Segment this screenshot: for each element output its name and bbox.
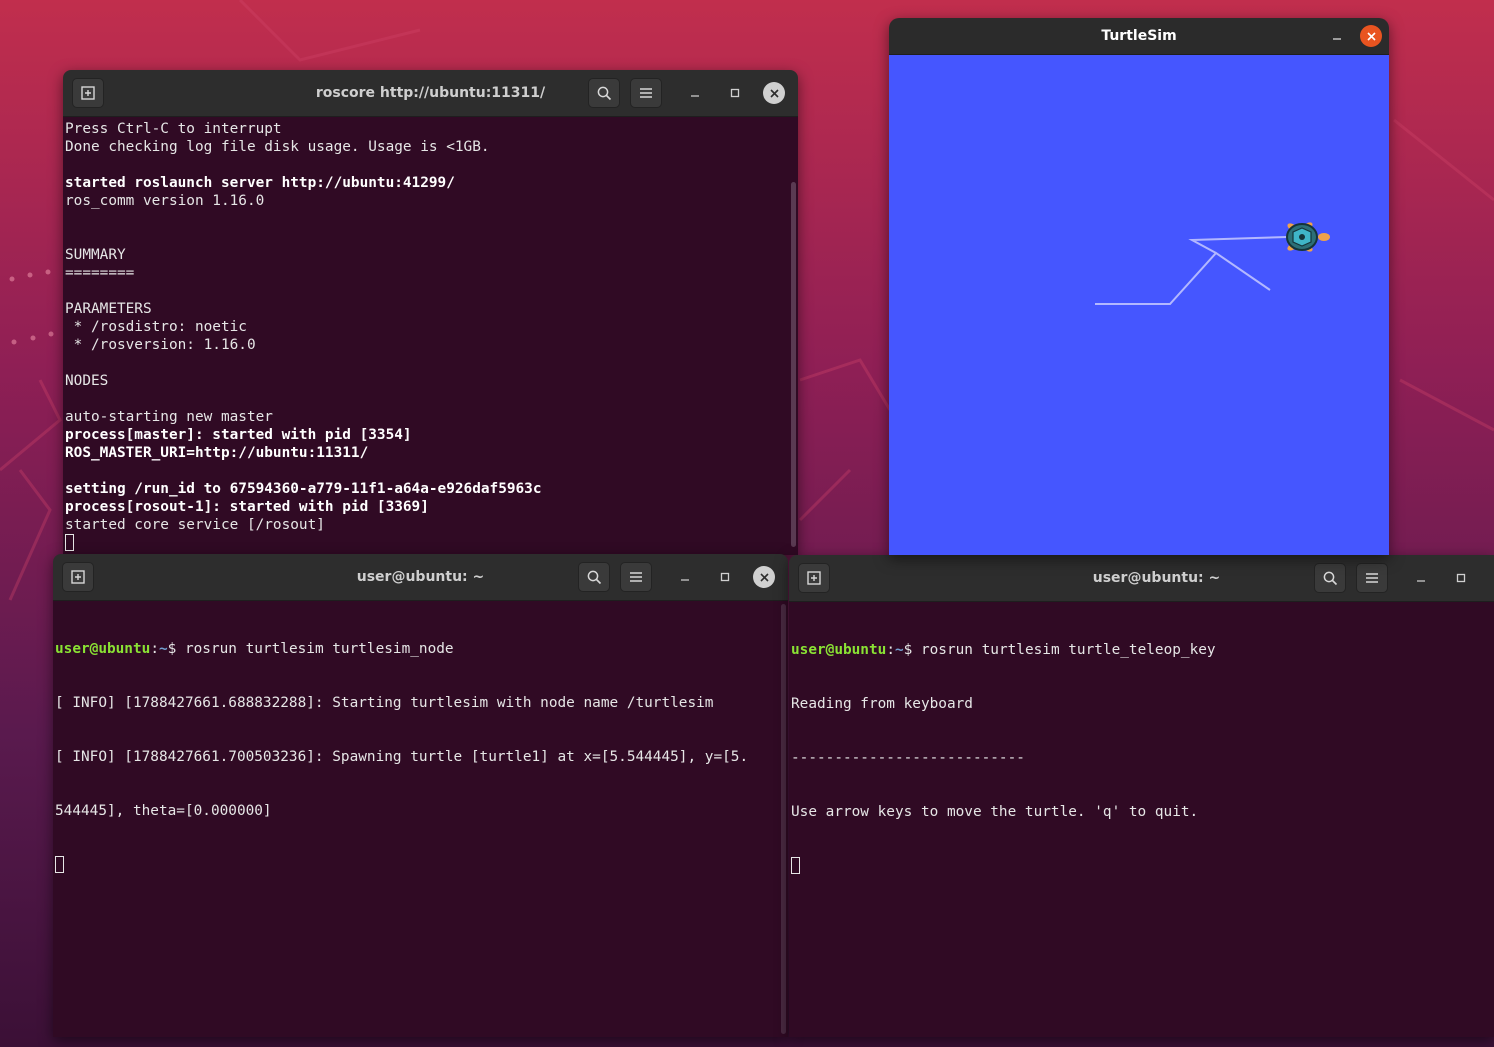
prompt-user: user@ubuntu <box>55 641 151 657</box>
search-icon[interactable] <box>588 78 620 108</box>
titlebar[interactable]: TurtleSim <box>889 18 1389 55</box>
turtle-path <box>1095 251 1271 305</box>
turtlesim-window[interactable]: TurtleSim <box>889 18 1389 555</box>
output-line: started core service [/rosout] <box>65 517 325 533</box>
output-line: SUMMARY <box>65 247 126 263</box>
output-line: Reading from keyboard <box>791 696 973 712</box>
titlebar[interactable]: user@ubuntu: ~ <box>53 554 788 601</box>
prompt-path: ~ <box>894 642 904 658</box>
output-line: ======== <box>65 265 135 281</box>
output-line: 544445], theta=[0.000000] <box>55 803 272 819</box>
scrollbar[interactable] <box>791 182 796 547</box>
maximize-icon[interactable] <box>724 82 746 104</box>
window-title: TurtleSim <box>1101 28 1177 44</box>
window-title: user@ubuntu: ~ <box>1092 570 1221 586</box>
minimize-icon[interactable] <box>674 566 696 588</box>
close-icon[interactable] <box>1360 25 1382 47</box>
output-line: PARAMETERS <box>65 301 152 317</box>
output-line: process[rosout-1]: started with pid [336… <box>65 499 429 515</box>
prompt-line: user@ubuntu:~$ rosrun turtlesim turtle_t… <box>791 641 1494 659</box>
new-tab-icon[interactable] <box>798 563 830 593</box>
prompt-user: user@ubuntu <box>791 642 887 658</box>
prompt-symbol: $ <box>903 642 921 658</box>
hamburger-menu-icon[interactable] <box>630 78 662 108</box>
terminal-output[interactable]: Press Ctrl-C to interrupt Done checking l… <box>63 117 798 555</box>
turtle-path <box>1188 236 1288 254</box>
prompt-line: user@ubuntu:~$ rosrun turtlesim turtlesi… <box>55 640 788 658</box>
output-line: Done checking log file disk usage. Usage… <box>65 139 490 155</box>
output-line: auto-starting new master <box>65 409 273 425</box>
output-line: started roslaunch server http://ubuntu:4… <box>65 175 455 191</box>
maximize-icon[interactable] <box>714 566 736 588</box>
output-line: [ INFO] [1788427661.688832288]: Starting… <box>55 695 714 711</box>
prompt-symbol: $ <box>167 641 185 657</box>
output-line: * /rosversion: 1.16.0 <box>65 337 256 353</box>
text-cursor <box>65 534 74 551</box>
hamburger-menu-icon[interactable] <box>620 562 652 592</box>
hamburger-menu-icon[interactable] <box>1356 563 1388 593</box>
output-line: --------------------------- <box>791 750 1025 766</box>
text-cursor <box>791 857 800 874</box>
prompt-separator: : <box>886 642 895 658</box>
turtlesim-canvas <box>889 55 1389 555</box>
search-icon[interactable] <box>578 562 610 592</box>
output-line: ros_comm version 1.16.0 <box>65 193 265 209</box>
minimize-icon[interactable] <box>1410 567 1432 589</box>
turtlesim-node-terminal-window[interactable]: user@ubuntu: ~ user@ubuntu:~$ rosrun tur… <box>53 554 788 1037</box>
command-text: rosrun turtlesim turtle_teleop_key <box>920 642 1216 658</box>
scrollbar[interactable] <box>781 604 786 1034</box>
cursor-line <box>791 857 1494 875</box>
output-line: NODES <box>65 373 109 389</box>
new-tab-icon[interactable] <box>72 78 104 108</box>
text-cursor <box>55 856 64 873</box>
close-icon[interactable] <box>763 82 785 104</box>
command-text: rosrun turtlesim turtlesim_node <box>184 641 454 657</box>
output-line: process[master]: started with pid [3354] <box>65 427 412 443</box>
close-icon[interactable] <box>753 566 775 588</box>
terminal-output[interactable]: user@ubuntu:~$ rosrun turtlesim turtle_t… <box>789 602 1494 1037</box>
maximize-icon[interactable] <box>1450 567 1472 589</box>
output-line: setting /run_id to 67594360-a779-11f1-a6… <box>65 481 542 497</box>
new-tab-icon[interactable] <box>62 562 94 592</box>
prompt-separator: : <box>150 641 159 657</box>
terminal-output[interactable]: user@ubuntu:~$ rosrun turtlesim turtlesi… <box>53 601 788 1037</box>
teleop-terminal-window[interactable]: user@ubuntu: ~ user@ubuntu:~$ rosrun tur… <box>789 555 1494 1037</box>
output-line: Use arrow keys to move the turtle. 'q' t… <box>791 804 1199 820</box>
minimize-icon[interactable] <box>684 82 706 104</box>
output-line: ROS_MASTER_URI=http://ubuntu:11311/ <box>65 445 369 461</box>
output-line: [ INFO] [1788427661.700503236]: Spawning… <box>55 749 749 765</box>
output-line: Press Ctrl-C to interrupt <box>65 121 282 137</box>
minimize-icon[interactable] <box>1326 25 1348 47</box>
titlebar[interactable]: user@ubuntu: ~ <box>789 555 1494 602</box>
titlebar[interactable]: roscore http://ubuntu:11311/ <box>63 70 798 117</box>
prompt-path: ~ <box>158 641 168 657</box>
search-icon[interactable] <box>1314 563 1346 593</box>
cursor-line <box>65 534 798 552</box>
roscore-terminal-window[interactable]: roscore http://ubuntu:11311/ Press Ctrl-… <box>63 70 798 555</box>
cursor-line <box>55 856 788 874</box>
turtle-icon <box>1286 222 1330 252</box>
output-line: * /rosdistro: noetic <box>65 319 247 335</box>
